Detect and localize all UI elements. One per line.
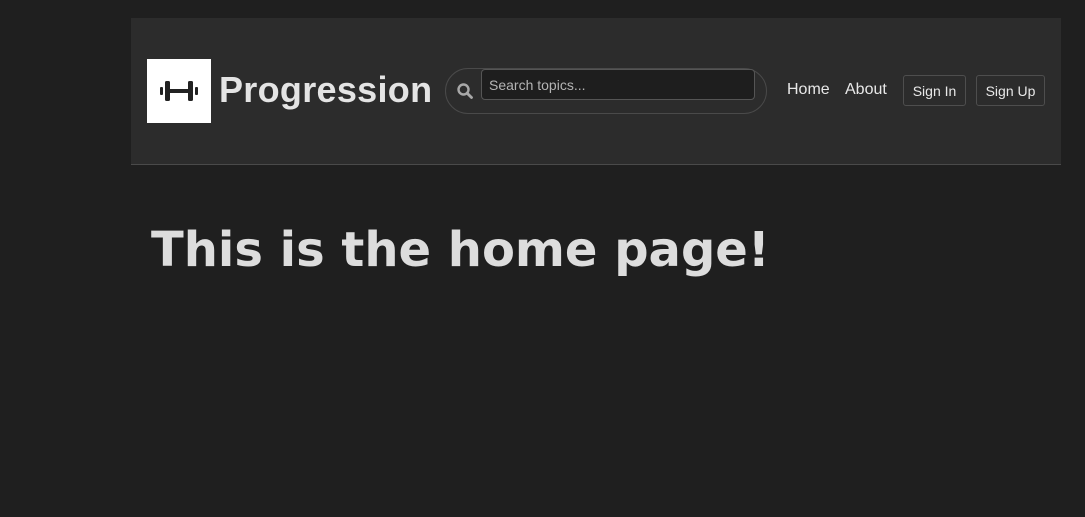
search-bar bbox=[445, 68, 767, 114]
sign-up-button[interactable]: Sign Up bbox=[976, 75, 1045, 106]
sign-in-button[interactable]: Sign In bbox=[903, 75, 966, 106]
search-icon[interactable] bbox=[456, 82, 474, 100]
dumbbell-icon bbox=[160, 81, 198, 101]
site-header: Progression Home About Sign In Sign Up bbox=[131, 18, 1061, 165]
nav-home-link[interactable]: Home bbox=[787, 80, 830, 100]
page-heading: This is the home page! bbox=[151, 222, 770, 278]
brand-name[interactable]: Progression bbox=[219, 70, 432, 110]
search-input[interactable] bbox=[481, 69, 755, 100]
logo[interactable] bbox=[147, 59, 211, 123]
nav-about-link[interactable]: About bbox=[845, 80, 887, 100]
